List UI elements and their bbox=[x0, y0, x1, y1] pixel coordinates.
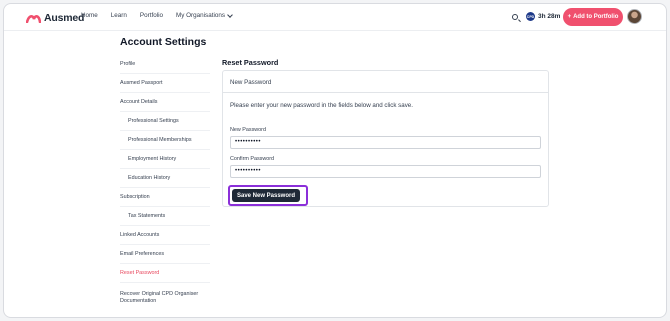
sidebar-item-email-preferences[interactable]: Email Preferences bbox=[120, 245, 210, 264]
sidebar-item-reset-password[interactable]: Reset Password bbox=[120, 264, 210, 283]
top-navigation-bar: Ausmed Home Learn Portfolio My Organisat… bbox=[4, 4, 666, 31]
sidebar-item-professional-settings[interactable]: Professional Settings bbox=[120, 112, 210, 131]
nav-learn[interactable]: Learn bbox=[111, 12, 127, 19]
sidebar-item-account-details[interactable]: Account Details bbox=[120, 93, 210, 112]
nav-portfolio[interactable]: Portfolio bbox=[140, 12, 163, 19]
new-password-label: New Password bbox=[230, 127, 266, 133]
cpd-badge-icon: CPD bbox=[526, 12, 535, 21]
sidebar-item-education-history[interactable]: Education History bbox=[120, 169, 210, 188]
add-to-portfolio-label: Add to Portfolio bbox=[573, 14, 619, 20]
nav-my-organisations-label: My Organisations bbox=[176, 12, 226, 19]
card-heading: New Password bbox=[223, 71, 548, 93]
settings-sidebar: Profile Ausmed Passport Account Details … bbox=[120, 55, 210, 312]
confirm-password-field[interactable]: •••••••••• bbox=[230, 165, 541, 178]
main-nav: Home Learn Portfolio My Organisations bbox=[81, 11, 233, 19]
cpd-timer[interactable]: CPD 3h 28m bbox=[526, 12, 560, 21]
sidebar-item-ausmed-passport[interactable]: Ausmed Passport bbox=[120, 74, 210, 93]
reset-password-card: New Password Please enter your new passw… bbox=[222, 70, 549, 207]
add-to-portfolio-button[interactable]: + Add to Portfolio bbox=[563, 8, 623, 26]
confirm-password-label: Confirm Password bbox=[230, 156, 275, 162]
sidebar-item-linked-accounts[interactable]: Linked Accounts bbox=[120, 226, 210, 245]
logo-mark-icon bbox=[26, 14, 41, 23]
sidebar-item-recover-cpd-documentation[interactable]: Recover Original CPD Organiser Documenta… bbox=[120, 283, 210, 312]
sidebar-item-subscription[interactable]: Subscription bbox=[120, 188, 210, 207]
save-button-highlight: Save New Password bbox=[228, 185, 308, 206]
plus-icon: + bbox=[567, 14, 572, 20]
ausmed-logo[interactable]: Ausmed bbox=[26, 11, 84, 24]
save-new-password-button[interactable]: Save New Password bbox=[232, 189, 300, 202]
page-title: Account Settings bbox=[120, 36, 207, 48]
logo-text: Ausmed bbox=[44, 11, 85, 24]
sidebar-item-tax-statements[interactable]: Tax Statements bbox=[120, 207, 210, 226]
avatar[interactable] bbox=[627, 9, 642, 24]
cpd-time: 3h 28m bbox=[538, 13, 561, 20]
card-description: Please enter your new password in the fi… bbox=[230, 102, 413, 109]
sidebar-item-profile[interactable]: Profile bbox=[120, 55, 210, 74]
chevron-down-icon bbox=[227, 11, 233, 18]
sidebar-item-professional-memberships[interactable]: Professional Memberships bbox=[120, 131, 210, 150]
new-password-field[interactable]: •••••••••• bbox=[230, 136, 541, 149]
app-window: Ausmed Home Learn Portfolio My Organisat… bbox=[3, 3, 667, 318]
section-title: Reset Password bbox=[222, 58, 279, 67]
nav-home[interactable]: Home bbox=[81, 12, 98, 19]
search-icon[interactable] bbox=[512, 14, 518, 20]
sidebar-item-employment-history[interactable]: Employment History bbox=[120, 150, 210, 169]
nav-my-organisations[interactable]: My Organisations bbox=[176, 11, 233, 19]
